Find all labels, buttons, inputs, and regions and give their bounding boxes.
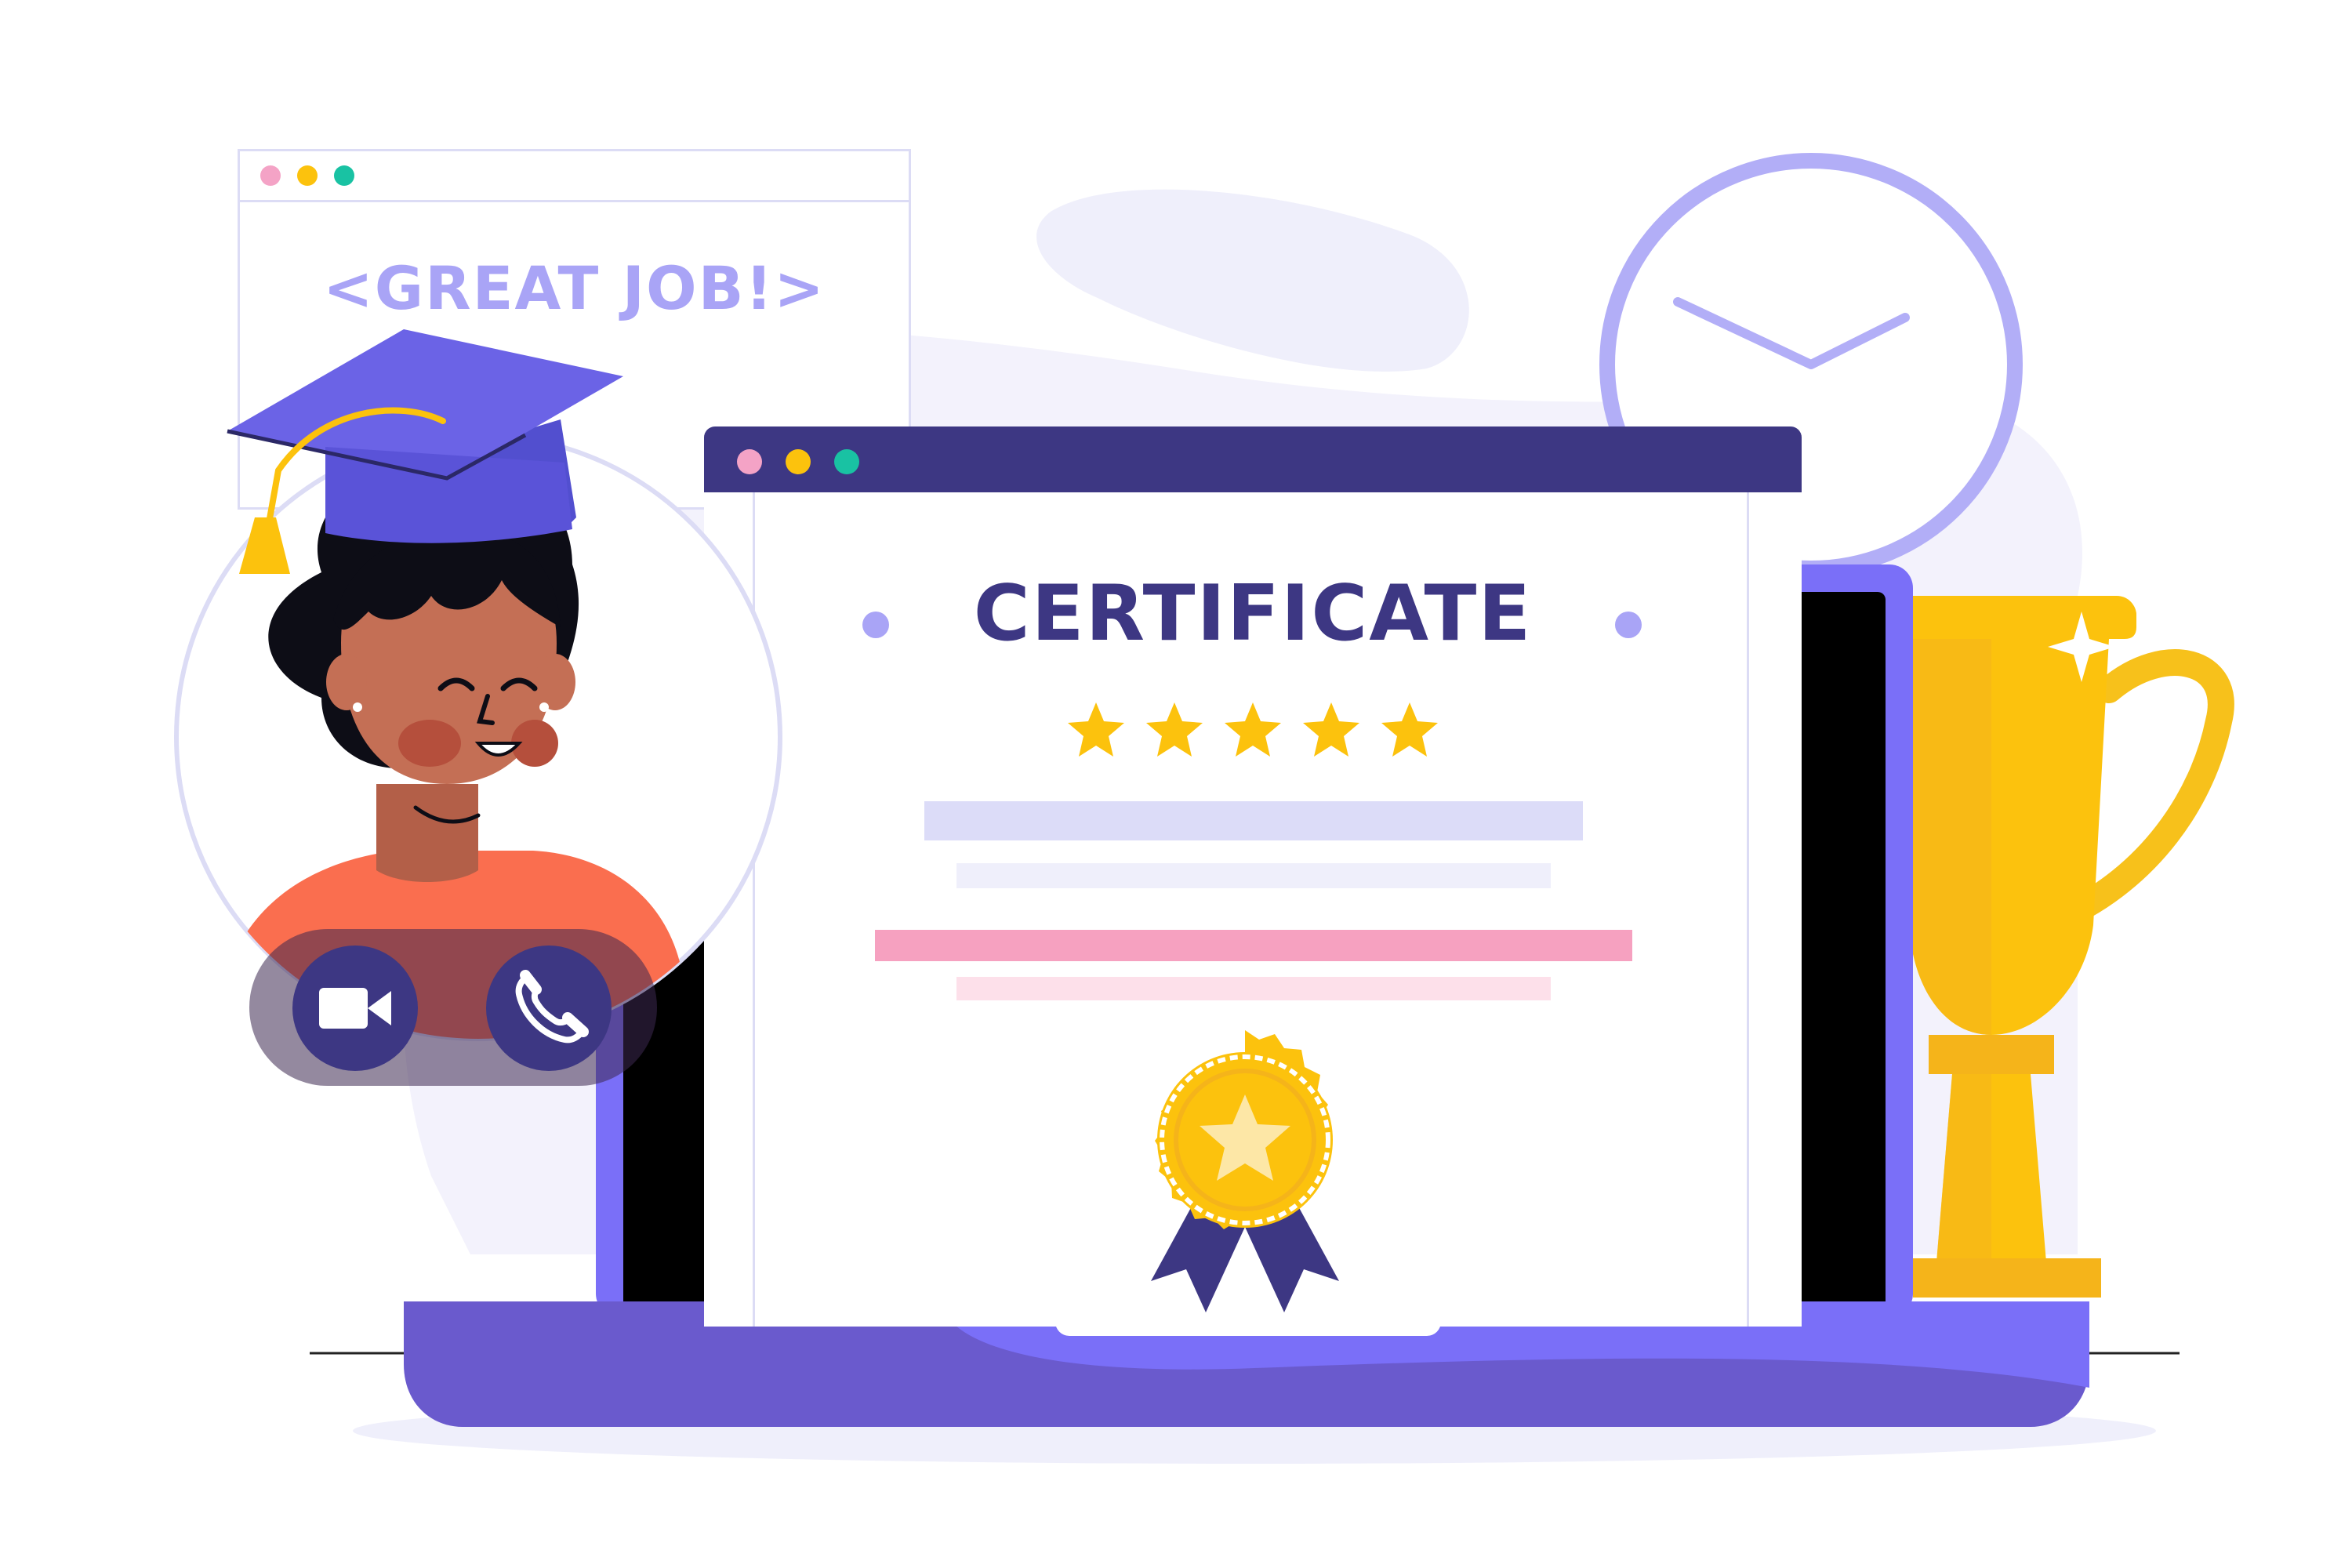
text-line-placeholder xyxy=(956,863,1551,888)
certificate-bottom-tab xyxy=(1055,1312,1441,1336)
text-line-placeholder xyxy=(875,930,1632,961)
star-icon xyxy=(1381,702,1438,757)
certificate-window: CERTIFICATE xyxy=(704,426,1802,1336)
seal-icon xyxy=(1151,1030,1339,1312)
star-icon xyxy=(1225,702,1281,757)
text-line-placeholder xyxy=(924,801,1583,840)
text-line-placeholder xyxy=(956,977,1551,1000)
star-icon xyxy=(1303,702,1359,757)
star-icon xyxy=(1068,702,1124,757)
video-camera-icon xyxy=(319,988,391,1029)
phone-icon xyxy=(515,970,589,1044)
video-call-button[interactable] xyxy=(292,946,418,1071)
phone-call-button[interactable] xyxy=(486,946,612,1071)
rating-stars xyxy=(1068,702,1438,757)
certificate-heading: CERTIFICATE xyxy=(973,569,1533,659)
window-dot-green xyxy=(834,449,859,474)
star-icon xyxy=(1146,702,1203,757)
certificate-window-titlebar xyxy=(704,426,1802,492)
